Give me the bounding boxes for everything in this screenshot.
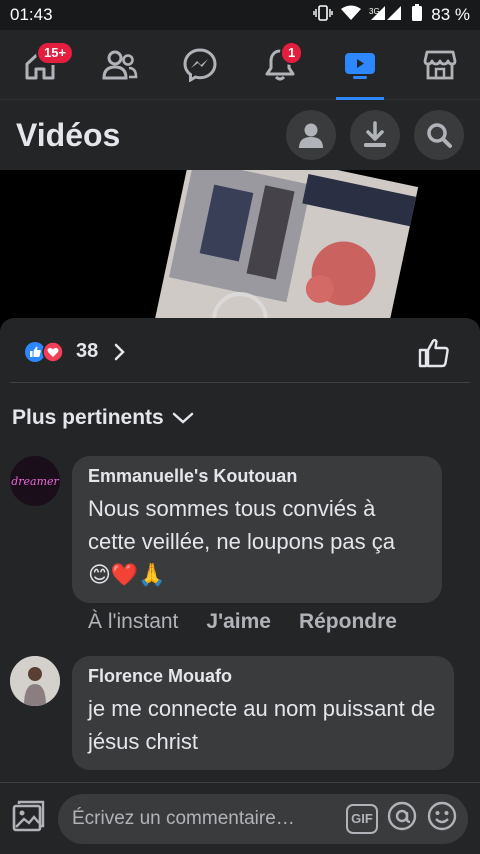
avatar-text: dreamer bbox=[11, 474, 59, 488]
vibrate-icon bbox=[313, 4, 333, 26]
comment-placeholder: Écrivez un commentaire… bbox=[72, 807, 295, 829]
profile-button[interactable] bbox=[286, 110, 336, 160]
signal-icon: 3G bbox=[369, 5, 403, 26]
messenger-icon bbox=[183, 47, 217, 82]
comment-reply-button[interactable]: Répondre bbox=[299, 610, 397, 634]
notifications-badge: 1 bbox=[280, 40, 304, 65]
comment-time: À l'instant bbox=[88, 610, 179, 633]
avatar[interactable]: dreamer bbox=[10, 456, 60, 506]
comments-sheet: 38 Plus pertinents dreamer Emmanuelle's … bbox=[0, 318, 480, 854]
gif-button[interactable]: GIF bbox=[346, 803, 378, 834]
video-player[interactable] bbox=[0, 170, 480, 330]
top-nav: 15+ 1 bbox=[0, 30, 480, 100]
chevron-down-icon bbox=[172, 412, 193, 424]
like-button[interactable] bbox=[418, 338, 450, 373]
video-frame bbox=[151, 170, 419, 330]
search-button[interactable] bbox=[414, 110, 464, 160]
person-photo bbox=[10, 656, 60, 706]
sort-dropdown[interactable]: Plus pertinents bbox=[12, 406, 194, 430]
battery-icon bbox=[411, 3, 423, 27]
comment-bubble[interactable]: Florence Mouafo je me connecte au nom pu… bbox=[72, 656, 454, 770]
thumbs-up-icon bbox=[418, 338, 449, 368]
status-bar: 01:43 3G 83 % bbox=[0, 0, 480, 30]
wifi-icon bbox=[341, 5, 362, 26]
smiley-icon bbox=[427, 801, 457, 831]
comment-like-button[interactable]: J'aime bbox=[206, 610, 271, 634]
downloads-button[interactable] bbox=[350, 110, 400, 160]
love-reaction-icon bbox=[42, 340, 64, 363]
chevron-right-icon bbox=[115, 343, 126, 360]
home-badge: 15+ bbox=[36, 40, 75, 65]
status-time: 01:43 bbox=[10, 5, 53, 24]
comment-item: Florence Mouafo je me connecte au nom pu… bbox=[10, 656, 454, 770]
comment-composer: Écrivez un commentaire… GIF bbox=[0, 782, 480, 854]
nav-video[interactable] bbox=[330, 35, 390, 100]
reactions-summary[interactable]: 38 bbox=[24, 340, 130, 363]
photo-button[interactable] bbox=[10, 798, 46, 839]
comment-text: je me connecte au nom puissant de jésus … bbox=[88, 696, 436, 754]
comment-input[interactable]: Écrivez un commentaire… GIF bbox=[58, 793, 468, 844]
emoji-button[interactable] bbox=[426, 800, 458, 837]
comment-actions: À l'instant J'aime Répondre bbox=[88, 610, 397, 634]
divider bbox=[10, 382, 470, 383]
nav-friends[interactable] bbox=[90, 35, 150, 95]
battery-level: 83 % bbox=[431, 5, 470, 24]
marketplace-icon bbox=[423, 50, 457, 79]
photo-icon bbox=[12, 800, 45, 832]
at-icon bbox=[387, 801, 417, 831]
friends-icon bbox=[102, 50, 138, 79]
nav-notifications[interactable]: 1 bbox=[250, 35, 310, 95]
nav-marketplace[interactable] bbox=[410, 35, 470, 95]
nav-messenger[interactable] bbox=[170, 35, 230, 95]
comment-author[interactable]: Florence Mouafo bbox=[88, 666, 438, 687]
download-icon bbox=[364, 121, 386, 147]
comment-bubble[interactable]: Emmanuelle's Koutouan Nous sommes tous c… bbox=[72, 456, 442, 603]
mention-button[interactable] bbox=[386, 800, 418, 837]
avatar[interactable] bbox=[10, 656, 60, 706]
comment-author[interactable]: Emmanuelle's Koutouan bbox=[88, 466, 426, 487]
comment-emojis: 😊❤️🙏 bbox=[88, 562, 166, 587]
reaction-count: 38 bbox=[76, 340, 99, 362]
sort-label: Plus pertinents bbox=[12, 406, 164, 429]
comment-text: Nous sommes tous conviés à cette veillée… bbox=[88, 496, 395, 554]
nav-home[interactable]: 15+ bbox=[10, 35, 75, 95]
comment-item: dreamer Emmanuelle's Koutouan Nous somme… bbox=[10, 456, 442, 603]
gif-label: GIF bbox=[351, 811, 373, 826]
profile-icon bbox=[299, 123, 323, 148]
page-title: Vidéos bbox=[16, 116, 121, 153]
search-icon bbox=[427, 123, 452, 148]
video-icon bbox=[345, 52, 375, 79]
page-header: Vidéos bbox=[0, 100, 480, 170]
